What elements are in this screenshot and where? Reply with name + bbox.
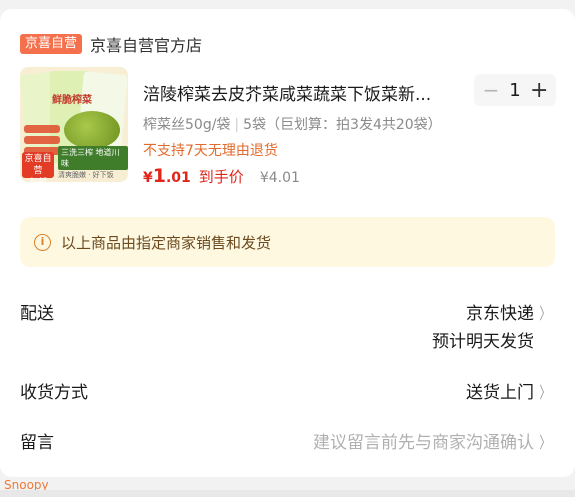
price-decimal: .01 — [165, 170, 191, 186]
delivery-eta: 预计明天发货 — [432, 332, 534, 352]
spec-extra: 5袋（巨划算：拍3发4共20袋） — [243, 117, 442, 133]
price-integer: 1 — [152, 165, 166, 187]
receive-method[interactable]: 送货上门 — [466, 378, 534, 403]
spec-divider: | — [234, 117, 240, 133]
package-title: 鲜脆榨菜 — [52, 95, 92, 106]
store-header[interactable]: 京喜自营 京喜自营官方店 — [20, 33, 202, 55]
price-row: ¥ 1 .01 到手价 ¥4.01 — [143, 165, 300, 187]
bottom-divider — [0, 490, 575, 497]
info-icon: i — [34, 233, 51, 251]
delivery-chevron-icon[interactable]: 〉 — [539, 300, 550, 324]
receive-chevron-icon[interactable]: 〉 — [539, 379, 550, 403]
pickle-image — [64, 111, 120, 149]
quantity-stepper: − 1 + — [474, 74, 556, 106]
message-label: 留言 — [20, 433, 54, 453]
final-price-label: 到手价 — [198, 168, 244, 186]
quantity-value[interactable]: 1 — [509, 80, 520, 101]
seller-notice: i 以上商品由指定商家销售和发货 — [20, 217, 555, 267]
thumb-badge: 京喜自营 包邮 — [22, 152, 54, 182]
store-name[interactable]: 京喜自营官方店 — [90, 32, 202, 56]
original-price: ¥4.01 — [259, 170, 300, 186]
price-symbol: ¥ — [143, 170, 153, 186]
delivery-label: 配送 — [20, 304, 54, 324]
delivery-method[interactable]: 京东快递 — [466, 299, 534, 324]
store-badge: 京喜自营 — [20, 34, 83, 54]
product-thumbnail[interactable]: 鲜脆榨菜 京喜自营 包邮 三洗三榨 地道川味 清爽脆嫩 · 好下饭 — [20, 67, 128, 182]
thumb-slogan: 三洗三榨 地道川味 — [58, 146, 128, 170]
feature-tags — [24, 125, 60, 155]
receive-label: 收货方式 — [20, 383, 88, 403]
increase-button[interactable]: + — [530, 78, 548, 103]
product-title[interactable]: 涪陵榨菜去皮芥菜咸菜蔬菜下饭菜新... — [143, 80, 463, 105]
message-chevron-icon[interactable]: 〉 — [539, 429, 550, 453]
no-return-notice: 不支持7天无理由退货 — [143, 143, 278, 159]
message-input[interactable]: 建议留言前先与商家沟通确认 — [313, 428, 534, 453]
notice-text: 以上商品由指定商家销售和发货 — [61, 233, 272, 252]
product-spec[interactable]: 榨菜丝50g/袋 | 5袋（巨划算：拍3发4共20袋） — [143, 114, 442, 134]
spec-main: 榨菜丝50g/袋 — [143, 117, 231, 133]
decrease-button[interactable]: − — [482, 78, 500, 102]
thumb-footer: 清爽脆嫩 · 好下饭 — [58, 171, 114, 179]
